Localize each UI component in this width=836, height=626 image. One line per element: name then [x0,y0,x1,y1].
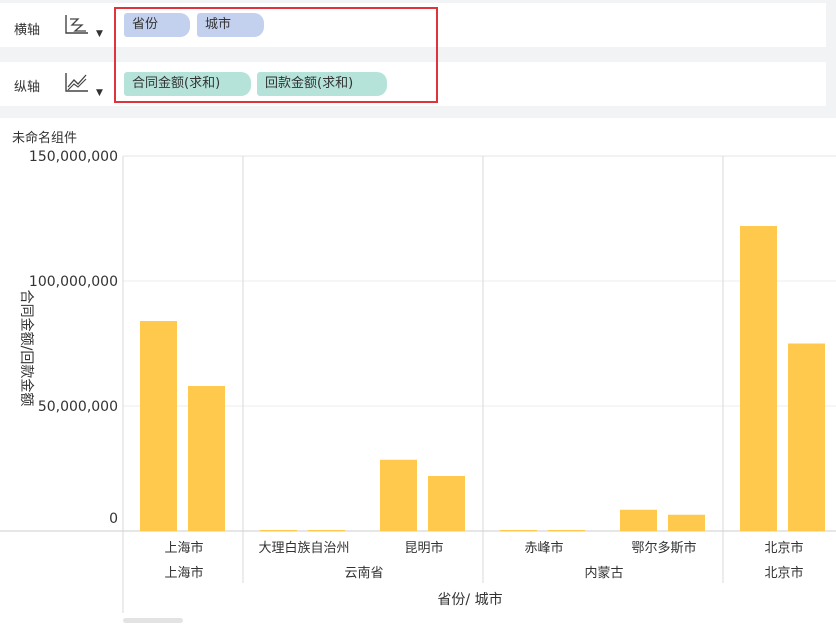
province-label: 上海市 [164,565,203,581]
bar [788,343,825,531]
city-label: 北京市 [764,540,803,556]
x-axis-label: 横轴 [14,23,41,38]
bar [380,459,417,531]
bar [740,226,777,531]
bar [308,530,345,531]
y-axis-label: 纵轴 [14,80,41,95]
x-field-chip-province[interactable]: 省份 [124,13,190,37]
x-axis-title: 省份/ 城市 [437,591,502,608]
city-label: 昆明市 [404,540,443,556]
province-label: 北京市 [764,565,803,581]
bar [500,530,537,531]
city-label: 赤峰市 [524,540,563,556]
bar-chart: 050,000,000100,000,000150,000,000上海市上海市大… [0,149,836,623]
y-axis-title: 合同金额/回款金额 [18,290,34,407]
y-tick-label: 50,000,000 [38,399,118,415]
y-tick-label: 100,000,000 [29,274,118,290]
chart-panel: 未命名组件 0 50,000,000 100,000,000 150,000,000 上… [0,118,836,626]
y-axis-dropdown-icon[interactable]: ▼ [96,88,103,98]
province-label: 云南省 [344,565,383,581]
horizontal-scrollbar[interactable] [123,618,183,623]
y-field-chip-payment[interactable]: 回款金额(求和) [257,72,387,96]
line-chart-icon[interactable] [64,71,90,93]
city-label: 鄂尔多斯市 [631,540,696,556]
y-field-chip-contract[interactable]: 合同金额(求和) [124,72,251,96]
bar [548,530,585,531]
bar [140,321,177,531]
bar [260,530,297,531]
column-chart-icon[interactable] [64,13,90,35]
bar [620,509,657,531]
city-label: 上海市 [164,540,203,556]
y-tick-label: 0 [109,511,118,527]
x-axis-dropdown-icon[interactable]: ▼ [96,29,103,39]
x-axis-row: 横轴 ▼ 省份 城市 [0,3,826,47]
bar [428,476,465,531]
city-label: 大理白族自治州 [258,540,349,556]
y-tick-label: 150,000,000 [29,149,118,165]
bar [668,514,705,531]
y-axis-row: 纵轴 ▼ 合同金额(求和) 回款金额(求和) [0,62,826,106]
province-label: 内蒙古 [584,565,623,581]
bar [188,386,225,531]
x-field-chip-city[interactable]: 城市 [197,13,264,37]
